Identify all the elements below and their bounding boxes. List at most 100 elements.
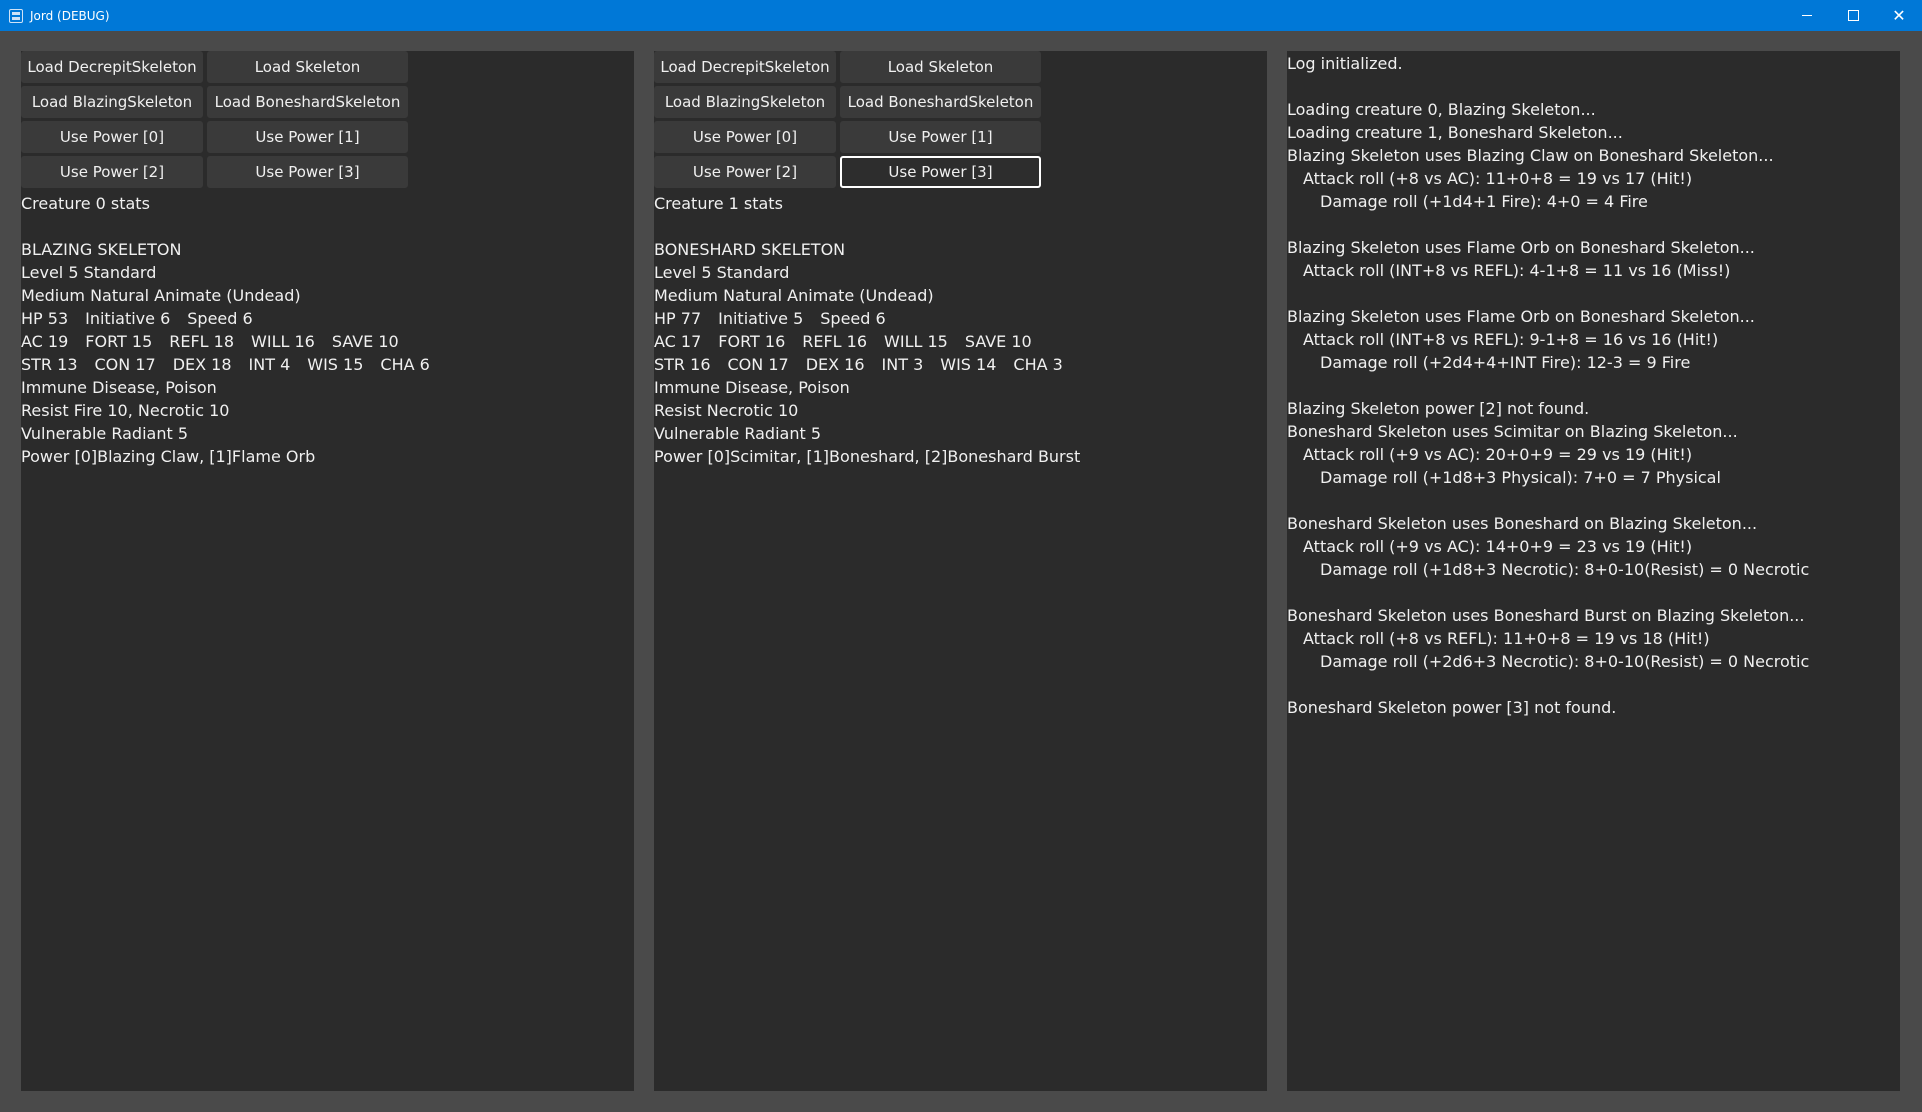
immunities: Immune Disease, Poison bbox=[21, 378, 217, 397]
resistances: Resist Necrotic 10 bbox=[654, 401, 799, 420]
vulnerabilities: Vulnerable Radiant 5 bbox=[654, 424, 821, 443]
log-line: Blazing Skeleton uses Flame Orb on Bones… bbox=[1287, 307, 1755, 326]
initiative-value: Initiative 5 bbox=[718, 309, 804, 328]
combat-log: Log initialized. Loading creature 0, Blaz… bbox=[1287, 52, 1809, 719]
log-line: Boneshard Skeleton uses Boneshard Burst … bbox=[1287, 606, 1805, 625]
load-blazing-skeleton-button[interactable]: Load BlazingSkeleton bbox=[21, 86, 203, 118]
app-icon bbox=[9, 8, 23, 23]
wis-value: WIS 15 bbox=[307, 355, 364, 374]
save-value: SAVE 10 bbox=[964, 332, 1032, 351]
use-power-3-button[interactable]: Use Power [3] bbox=[840, 156, 1041, 188]
use-power-1-button[interactable]: Use Power [1] bbox=[207, 121, 408, 153]
creature-name: BONESHARD SKELETON bbox=[654, 240, 846, 259]
speed-value: Speed 6 bbox=[820, 309, 886, 328]
log-line: Boneshard Skeleton uses Scimitar on Blaz… bbox=[1287, 422, 1738, 441]
vitals-row: HP 77 Initiative 5 Speed 6 bbox=[654, 307, 1080, 330]
log-line: Log initialized. bbox=[1287, 54, 1403, 73]
log-line: Attack roll (INT+8 vs REFL): 4-1+8 = 11 … bbox=[1303, 261, 1731, 280]
log-line: Blazing Skeleton uses Blazing Claw on Bo… bbox=[1287, 146, 1774, 165]
load-boneshard-skeleton-button[interactable]: Load BoneshardSkeleton bbox=[207, 86, 408, 118]
log-line: Damage roll (+1d8+3 Physical): 7+0 = 7 P… bbox=[1320, 468, 1721, 487]
load-blazing-skeleton-button[interactable]: Load BlazingSkeleton bbox=[654, 86, 836, 118]
creature-1-button-grid: Load DecrepitSkeleton Load Skeleton Load… bbox=[654, 51, 1041, 188]
fort-value: FORT 15 bbox=[85, 332, 153, 351]
use-power-2-button[interactable]: Use Power [2] bbox=[654, 156, 836, 188]
stats-heading: Creature 1 stats bbox=[654, 194, 783, 213]
ac-value: AC 17 bbox=[654, 332, 702, 351]
load-boneshard-skeleton-button[interactable]: Load BoneshardSkeleton bbox=[840, 86, 1041, 118]
use-power-0-button[interactable]: Use Power [0] bbox=[21, 121, 203, 153]
combat-log-panel[interactable]: Log initialized. Loading creature 0, Blaz… bbox=[1287, 51, 1900, 1091]
will-value: WILL 15 bbox=[884, 332, 948, 351]
use-power-0-button[interactable]: Use Power [0] bbox=[654, 121, 836, 153]
log-line: Boneshard Skeleton uses Boneshard on Bla… bbox=[1287, 514, 1758, 533]
log-line: Attack roll (INT+8 vs REFL): 9-1+8 = 16 … bbox=[1303, 330, 1719, 349]
fort-value: FORT 16 bbox=[718, 332, 786, 351]
creature-1-panel: Load DecrepitSkeleton Load Skeleton Load… bbox=[654, 51, 1267, 1091]
defenses-row: AC 17 FORT 16 REFL 16 WILL 15 SAVE 10 bbox=[654, 330, 1080, 353]
refl-value: REFL 16 bbox=[802, 332, 868, 351]
load-decrepit-skeleton-button[interactable]: Load DecrepitSkeleton bbox=[654, 51, 836, 83]
load-decrepit-skeleton-button[interactable]: Load DecrepitSkeleton bbox=[21, 51, 203, 83]
initiative-value: Initiative 6 bbox=[85, 309, 171, 328]
use-power-2-button[interactable]: Use Power [2] bbox=[21, 156, 203, 188]
log-line: Damage roll (+1d8+3 Necrotic): 8+0-10(Re… bbox=[1320, 560, 1810, 579]
log-line: Boneshard Skeleton power [3] not found. bbox=[1287, 698, 1617, 717]
cha-value: CHA 3 bbox=[1013, 355, 1063, 374]
window-controls: ✕ bbox=[1784, 0, 1922, 31]
int-value: INT 4 bbox=[248, 355, 291, 374]
wis-value: WIS 14 bbox=[940, 355, 997, 374]
powers-list: Power [0]Scimitar, [1]Boneshard, [2]Bone… bbox=[654, 447, 1081, 466]
ac-value: AC 19 bbox=[21, 332, 69, 351]
minimize-button[interactable] bbox=[1784, 0, 1830, 31]
creature-stats: BLAZING SKELETON Level 5 Standard Medium… bbox=[21, 238, 447, 468]
maximize-button[interactable] bbox=[1830, 0, 1876, 31]
con-value: CON 17 bbox=[727, 355, 789, 374]
creature-0-panel: Load DecrepitSkeleton Load Skeleton Load… bbox=[21, 51, 634, 1091]
immunities: Immune Disease, Poison bbox=[654, 378, 850, 397]
window-title: Jord (DEBUG) bbox=[30, 8, 110, 23]
abilities-row: STR 13 CON 17 DEX 18 INT 4 WIS 15 CHA 6 bbox=[21, 353, 447, 376]
load-skeleton-button[interactable]: Load Skeleton bbox=[840, 51, 1041, 83]
log-line: Attack roll (+8 vs REFL): 11+0+8 = 19 vs… bbox=[1303, 629, 1710, 648]
creature-level: Level 5 Standard bbox=[654, 263, 790, 282]
creature-name: BLAZING SKELETON bbox=[21, 240, 182, 259]
creature-type: Medium Natural Animate (Undead) bbox=[21, 286, 301, 305]
log-line: Attack roll (+9 vs AC): 20+0+9 = 29 vs 1… bbox=[1303, 445, 1693, 464]
abilities-row: STR 16 CON 17 DEX 16 INT 3 WIS 14 CHA 3 bbox=[654, 353, 1080, 376]
int-value: INT 3 bbox=[881, 355, 924, 374]
creature-stats: BONESHARD SKELETON Level 5 Standard Medi… bbox=[654, 238, 1080, 468]
use-power-3-button[interactable]: Use Power [3] bbox=[207, 156, 408, 188]
creature-level: Level 5 Standard bbox=[21, 263, 157, 282]
use-power-1-button[interactable]: Use Power [1] bbox=[840, 121, 1041, 153]
log-line: Damage roll (+2d6+3 Necrotic): 8+0-10(Re… bbox=[1320, 652, 1810, 671]
title-bar: Jord (DEBUG) ✕ bbox=[0, 0, 1922, 31]
vitals-row: HP 53 Initiative 6 Speed 6 bbox=[21, 307, 447, 330]
str-value: STR 13 bbox=[21, 355, 78, 374]
log-line: Blazing Skeleton power [2] not found. bbox=[1287, 399, 1590, 418]
str-value: STR 16 bbox=[654, 355, 711, 374]
cha-value: CHA 6 bbox=[380, 355, 430, 374]
dex-value: DEX 16 bbox=[805, 355, 865, 374]
defenses-row: AC 19 FORT 15 REFL 18 WILL 16 SAVE 10 bbox=[21, 330, 447, 353]
powers-list: Power [0]Blazing Claw, [1]Flame Orb bbox=[21, 447, 316, 466]
minimize-icon bbox=[1802, 15, 1812, 16]
creature-type: Medium Natural Animate (Undead) bbox=[654, 286, 934, 305]
resistances: Resist Fire 10, Necrotic 10 bbox=[21, 401, 230, 420]
log-line: Damage roll (+1d4+1 Fire): 4+0 = 4 Fire bbox=[1320, 192, 1648, 211]
vulnerabilities: Vulnerable Radiant 5 bbox=[21, 424, 188, 443]
close-button[interactable]: ✕ bbox=[1876, 0, 1922, 31]
log-line: Loading creature 1, Boneshard Skeleton..… bbox=[1287, 123, 1623, 142]
log-line: Attack roll (+9 vs AC): 14+0+9 = 23 vs 1… bbox=[1303, 537, 1693, 556]
speed-value: Speed 6 bbox=[187, 309, 253, 328]
dex-value: DEX 18 bbox=[172, 355, 232, 374]
maximize-icon bbox=[1847, 10, 1859, 21]
refl-value: REFL 18 bbox=[169, 332, 235, 351]
load-skeleton-button[interactable]: Load Skeleton bbox=[207, 51, 408, 83]
log-line: Damage roll (+2d4+4+INT Fire): 12-3 = 9 … bbox=[1320, 353, 1691, 372]
